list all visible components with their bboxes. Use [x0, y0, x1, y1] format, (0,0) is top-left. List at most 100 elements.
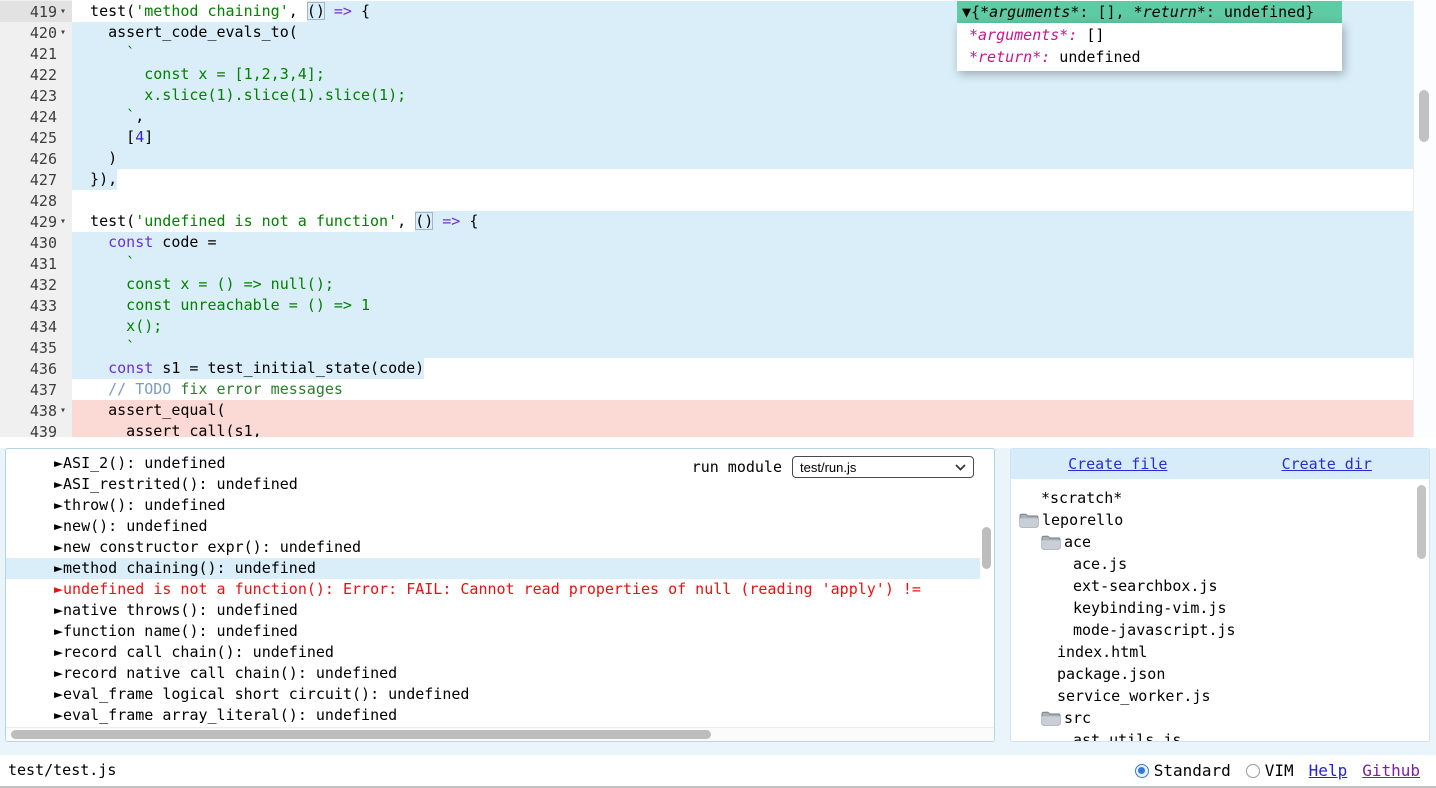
current-file-label: test/test.js: [8, 755, 116, 786]
fold-arrow-icon[interactable]: ▾: [57, 6, 69, 17]
value-explorer-header[interactable]: ▼{*arguments*: [], *return*: undefined}: [957, 1, 1342, 23]
gutter-line-429: 429▾: [0, 211, 72, 232]
gutter-line-437: 437: [0, 379, 72, 400]
gutter-line-438: 438▾: [0, 400, 72, 421]
status-bar-right: Standard VIM Help Github: [1135, 755, 1420, 786]
gutter-line-426: 426: [0, 148, 72, 169]
tree-item-ace[interactable]: ace: [1011, 531, 1429, 553]
code-line-429[interactable]: test('undefined is not a function', () =…: [72, 211, 1413, 232]
editor-scrollbar[interactable]: [1413, 0, 1436, 437]
tree-item-keybinding-vim-js[interactable]: keybinding-vim.js: [1011, 597, 1429, 619]
tree-item-package-json[interactable]: package.json: [1011, 663, 1429, 685]
gutter-line-424: 424: [0, 106, 72, 127]
test-result-row[interactable]: ►throw(): undefined: [6, 495, 980, 516]
results-horizontal-scrollbar-thumb[interactable]: [11, 730, 711, 739]
folder-icon: [1041, 535, 1061, 550]
test-result-row[interactable]: ►undefined is not a function(): Error: F…: [6, 579, 980, 600]
code-line-426[interactable]: ): [72, 148, 1413, 169]
radio-unselected-icon[interactable]: [1246, 764, 1260, 778]
tree-item-ext-searchbox-js[interactable]: ext-searchbox.js: [1011, 575, 1429, 597]
value-explorer-row[interactable]: *return*: undefined: [957, 46, 1342, 68]
file-tree-list: *scratch* leporello aceace.jsext-searchb…: [1011, 479, 1429, 742]
code-line-425[interactable]: [4]: [72, 127, 1413, 148]
editor-scrollbar-thumb[interactable]: [1419, 90, 1429, 142]
fold-arrow-icon[interactable]: ▾: [57, 216, 69, 227]
run-module-control: run module test/run.js: [692, 456, 974, 478]
tree-item-ast-utils-js[interactable]: ast_utils.js: [1011, 729, 1429, 742]
tree-item-mode-javascript-js[interactable]: mode-javascript.js: [1011, 619, 1429, 641]
keybinding-standard-option[interactable]: Standard: [1135, 761, 1231, 780]
code-line-431[interactable]: `: [72, 253, 1413, 274]
gutter-line-431: 431: [0, 253, 72, 274]
gutter-line-419: 419▾: [0, 1, 72, 22]
gutter-line-439: 439: [0, 421, 72, 437]
gutter-line-432: 432: [0, 274, 72, 295]
gutter-line-421: 421: [0, 43, 72, 64]
gutter-line-423: 423: [0, 85, 72, 106]
results-horizontal-scrollbar[interactable]: [6, 727, 994, 741]
gutter-line-435: 435: [0, 337, 72, 358]
code-line-439[interactable]: assert_call(s1,: [72, 421, 1413, 437]
gutter-line-436: 436: [0, 358, 72, 379]
gutter-line-420: 420▾: [0, 22, 72, 43]
radio-selected-icon[interactable]: [1135, 764, 1149, 778]
gutter-line-430: 430: [0, 232, 72, 253]
test-result-row[interactable]: ►new(): undefined: [6, 516, 980, 537]
code-line-438[interactable]: assert_equal(: [72, 400, 1413, 421]
code-line-428[interactable]: [72, 190, 1413, 211]
results-vertical-scrollbar-thumb[interactable]: [982, 527, 991, 569]
gutter-line-428: 428: [0, 190, 72, 211]
code-line-424[interactable]: `,: [72, 106, 1413, 127]
run-module-select[interactable]: test/run.js: [792, 456, 974, 478]
tree-item-src[interactable]: src: [1011, 707, 1429, 729]
keybinding-vim-label: VIM: [1265, 761, 1294, 780]
tree-item-service-worker-js[interactable]: service_worker.js: [1011, 685, 1429, 707]
folder-icon: [1041, 711, 1061, 726]
gutter-line-425: 425: [0, 127, 72, 148]
test-result-row[interactable]: ►method chaining(): undefined: [6, 558, 980, 579]
test-result-row[interactable]: ►eval_frame array_literal(): undefined: [6, 705, 980, 726]
gutter: 419▾420▾421422423424425426427428429▾4304…: [0, 0, 72, 437]
file-tree-panel: Create file Create dir *scratch* leporel…: [1010, 448, 1430, 742]
value-explorer-body: *arguments*: []*return*: undefined: [957, 23, 1342, 71]
code-line-427[interactable]: }),: [72, 169, 1413, 190]
fold-arrow-icon[interactable]: ▾: [57, 27, 69, 38]
test-result-row[interactable]: ►native throws(): undefined: [6, 600, 980, 621]
code-line-430[interactable]: const code =: [72, 232, 1413, 253]
code-line-436[interactable]: const s1 = test_initial_state(code): [72, 358, 1413, 379]
code-line-437[interactable]: // TODO fix error messages: [72, 379, 1413, 400]
code-line-432[interactable]: const x = () => null();: [72, 274, 1413, 295]
test-results-panel: run module test/run.js ►ASI_2(): undefin…: [5, 448, 995, 742]
value-explorer-tooltip[interactable]: ▼{*arguments*: [], *return*: undefined} …: [957, 1, 1342, 71]
file-tree-header: Create file Create dir: [1011, 449, 1429, 479]
help-link[interactable]: Help: [1309, 761, 1348, 780]
test-result-row[interactable]: ►record native call chain(): undefined: [6, 663, 980, 684]
code-line-423[interactable]: x.slice(1).slice(1).slice(1);: [72, 85, 1413, 106]
tree-item--scratch-[interactable]: *scratch*: [1011, 487, 1429, 509]
test-result-row[interactable]: ►new constructor expr(): undefined: [6, 537, 980, 558]
test-result-row[interactable]: ►record call chain(): undefined: [6, 642, 980, 663]
run-module-label: run module: [692, 458, 782, 476]
tree-item-index-html[interactable]: index.html: [1011, 641, 1429, 663]
bottom-section: run module test/run.js ►ASI_2(): undefin…: [0, 448, 1436, 755]
tree-item-ace-js[interactable]: ace.js: [1011, 553, 1429, 575]
status-bar: test/test.js Standard VIM Help Github: [0, 755, 1436, 788]
gutter-line-433: 433: [0, 295, 72, 316]
tree-vertical-scrollbar-thumb[interactable]: [1417, 485, 1426, 559]
value-explorer-row[interactable]: *arguments*: []: [957, 24, 1342, 46]
keybinding-vim-option[interactable]: VIM: [1246, 761, 1294, 780]
tree-item-leporello[interactable]: leporello: [1011, 509, 1429, 531]
create-file-link[interactable]: Create file: [1068, 455, 1167, 473]
gutter-line-422: 422: [0, 64, 72, 85]
create-dir-link[interactable]: Create dir: [1282, 455, 1372, 473]
fold-arrow-icon[interactable]: ▾: [57, 405, 69, 416]
code-line-434[interactable]: x();: [72, 316, 1413, 337]
test-result-row[interactable]: ►eval_frame logical short circuit(): und…: [6, 684, 980, 705]
code-line-435[interactable]: `: [72, 337, 1413, 358]
test-results-list: ►ASI_2(): undefined►ASI_restrited(): und…: [6, 453, 980, 726]
code-line-433[interactable]: const unreachable = () => 1: [72, 295, 1413, 316]
test-result-row[interactable]: ►function name(): undefined: [6, 621, 980, 642]
github-link[interactable]: Github: [1362, 761, 1420, 780]
code-editor[interactable]: 419▾420▾421422423424425426427428429▾4304…: [0, 0, 1436, 437]
run-module-selected-value: test/run.js: [800, 460, 856, 475]
